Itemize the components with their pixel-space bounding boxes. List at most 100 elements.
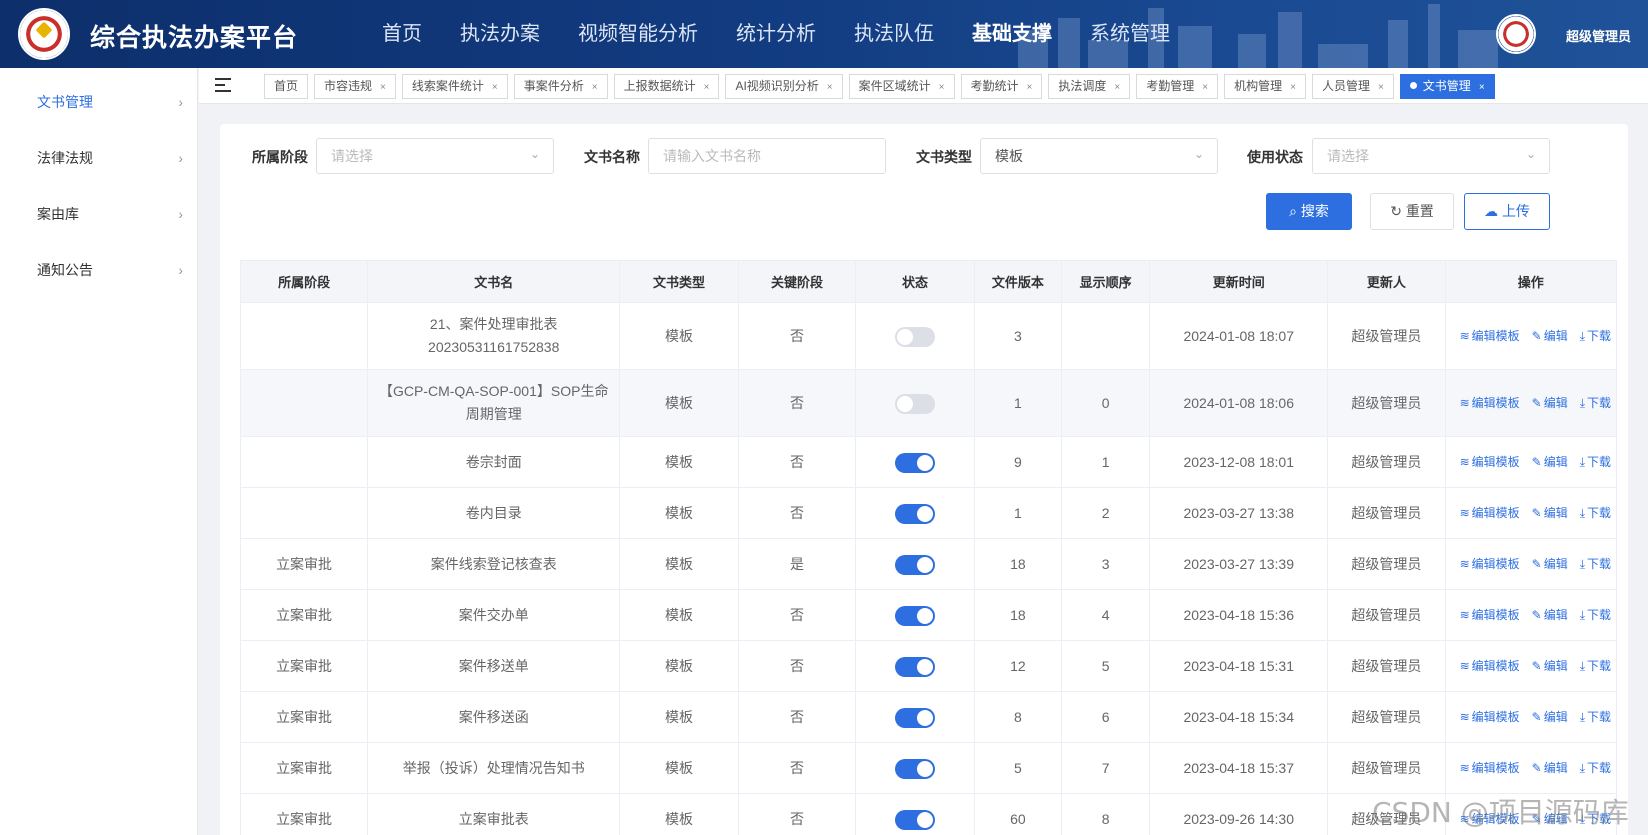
table-row[interactable]: 【GCP-CM-QA-SOP-001】SOP生命周期管理 模板否 1 0 2024-01…: [239, 369, 1618, 437]
status-toggle[interactable]: [894, 393, 935, 414]
edit-link[interactable]: ✎ 编辑: [1532, 329, 1568, 343]
document-name-input[interactable]: 请输入文书名称: [648, 138, 886, 174]
tab-item[interactable]: 考勤管理 ×: [1136, 74, 1219, 99]
download-link[interactable]: ⤓ 下载: [1580, 659, 1611, 673]
tab-item[interactable]: 市容违规 ×: [314, 74, 396, 99]
edit-link[interactable]: ✎ 编辑: [1532, 455, 1568, 469]
download-link[interactable]: ⤓ 下载: [1580, 710, 1611, 724]
status-toggle[interactable]: [894, 605, 935, 626]
table-row[interactable]: 21、案件处理审批表20230531161752838 模板否 3 2024-01-0…: [239, 302, 1618, 370]
tab-close-icon[interactable]: ×: [1290, 82, 1296, 93]
table-row[interactable]: 立案审批 案件交办单 模板否 18 4 2023-04-18 15:36 超级管理员 ≋ 编辑模…: [239, 589, 1618, 641]
download-link[interactable]: ⤓ 下载: [1580, 329, 1611, 343]
upload-button[interactable]: ☁ 上传: [1464, 193, 1550, 230]
download-link[interactable]: ⤓ 下载: [1580, 396, 1611, 410]
edit-link[interactable]: ✎ 编辑: [1532, 608, 1568, 622]
tab-close-icon[interactable]: ×: [1479, 82, 1485, 93]
table-row[interactable]: 卷宗封面 模板否 9 1 2023-12-08 18:01 超级管理员 ≋ 编辑模板 ✎ 编辑 ⤓ 下…: [239, 436, 1618, 488]
tab-close-icon[interactable]: ×: [592, 82, 598, 93]
download-icon: ⤓: [1579, 607, 1586, 622]
table-row[interactable]: 立案审批 案件移送单 模板否 12 5 2023-04-18 15:31 超级管理员 ≋ 编辑模…: [239, 640, 1618, 692]
tab-item[interactable]: 首页: [264, 74, 309, 99]
status-toggle[interactable]: [894, 809, 935, 830]
edit-template-link[interactable]: ≋ 编辑模板: [1460, 761, 1520, 775]
tab-close-icon[interactable]: ×: [827, 82, 833, 93]
top-nav-item[interactable]: 视频智能分析: [578, 0, 698, 68]
edit-template-link[interactable]: ≋ 编辑模板: [1460, 659, 1520, 673]
top-nav-item[interactable]: 执法办案: [460, 0, 540, 68]
status-toggle[interactable]: [894, 707, 935, 728]
status-toggle[interactable]: [894, 656, 935, 677]
edit-template-link[interactable]: ≋ 编辑模板: [1460, 557, 1520, 571]
sidebar-item-documents[interactable]: 文书管理 ›: [0, 74, 197, 130]
edit-template-link[interactable]: ≋ 编辑模板: [1460, 455, 1520, 469]
edit-template-link[interactable]: ≋ 编辑模板: [1460, 396, 1520, 410]
tab-item[interactable]: 线索案件统计 ×: [401, 74, 508, 99]
tab-close-icon[interactable]: ×: [492, 82, 498, 93]
user-name[interactable]: 超级管理员: [1566, 26, 1631, 45]
download-link[interactable]: ⤓ 下载: [1580, 608, 1611, 622]
top-nav-item[interactable]: 首页: [382, 0, 422, 68]
status-toggle[interactable]: [894, 758, 935, 779]
tab-close-icon[interactable]: ×: [1027, 82, 1033, 93]
edit-link[interactable]: ✎ 编辑: [1532, 396, 1568, 410]
tab-item[interactable]: 上报数据统计 ×: [613, 74, 720, 99]
user-avatar[interactable]: [1496, 14, 1536, 54]
edit-link[interactable]: ✎ 编辑: [1532, 710, 1568, 724]
edit-link[interactable]: ✎ 编辑: [1532, 506, 1568, 520]
key-stage-cell: 否: [737, 742, 857, 794]
status-toggle[interactable]: [894, 452, 935, 473]
download-link[interactable]: ⤓ 下载: [1580, 455, 1611, 469]
document-type-select[interactable]: 模板: [980, 138, 1218, 174]
tab-item[interactable]: 执法调度 ×: [1048, 74, 1131, 99]
stage-select[interactable]: 请选择: [316, 138, 554, 174]
sidebar-item-laws[interactable]: 法律法规 ›: [0, 130, 197, 186]
download-link[interactable]: ⤓ 下载: [1580, 761, 1611, 775]
tab-close-icon[interactable]: ×: [1114, 82, 1120, 93]
top-nav-item[interactable]: 基础支撑: [972, 0, 1052, 68]
tab-item[interactable]: AI视频识别分析 ×: [725, 74, 843, 99]
status-toggle[interactable]: [894, 326, 935, 347]
table-row[interactable]: 立案审批 举报（投诉）处理情况告知书 模板否 5 7 2023-04-18 15:37 超级…: [239, 742, 1618, 794]
edit-template-icon: ≋: [1459, 658, 1470, 673]
sidebar-item-case-library[interactable]: 案由库 ›: [0, 186, 197, 242]
tab-item[interactable]: 案件区域统计 ×: [848, 74, 955, 99]
tab-item[interactable]: 人员管理 ×: [1311, 74, 1394, 99]
updated-time-cell: 2023-04-18 15:34: [1149, 691, 1329, 743]
edit-template-link[interactable]: ≋ 编辑模板: [1460, 329, 1520, 343]
top-nav-item[interactable]: 执法队伍: [854, 0, 934, 68]
tab-item[interactable]: 考勤统计 ×: [960, 74, 1043, 99]
document-type-cell: 模板: [619, 742, 739, 794]
status-toggle[interactable]: [894, 503, 935, 524]
tab-item[interactable]: 事案件分析 ×: [513, 74, 608, 99]
tab-item[interactable]: 机构管理 ×: [1224, 74, 1306, 99]
search-button[interactable]: ⌕ 搜索: [1266, 193, 1352, 230]
table-row[interactable]: 立案审批 案件移送函 模板否 8 6 2023-04-18 15:34 超级管理员 ≋ 编辑模板…: [239, 691, 1618, 743]
tab-close-icon[interactable]: ×: [939, 82, 945, 93]
download-link[interactable]: ⤓ 下载: [1580, 557, 1611, 571]
table-row[interactable]: 卷内目录 模板否 1 2 2023-03-27 13:38 超级管理员 ≋ 编辑模板 ✎ 编辑 ⤓ 下…: [239, 487, 1618, 539]
top-nav-item[interactable]: 系统管理: [1090, 0, 1170, 68]
reset-button[interactable]: ↻ 重置: [1370, 193, 1454, 230]
cloud-upload-icon: ☁: [1484, 203, 1502, 219]
status-toggle[interactable]: [894, 554, 935, 575]
tab-close-icon[interactable]: ×: [380, 82, 386, 93]
download-link[interactable]: ⤓ 下载: [1580, 506, 1611, 520]
updated-time-cell: 2023-03-27 13:38: [1149, 487, 1329, 539]
tab-item[interactable]: 文书管理 ×: [1399, 74, 1495, 99]
edit-template-link[interactable]: ≋ 编辑模板: [1460, 608, 1520, 622]
top-nav-item[interactable]: 统计分析: [736, 0, 816, 68]
tab-close-icon[interactable]: ×: [1378, 82, 1384, 93]
tab-close-icon[interactable]: ×: [704, 82, 710, 93]
sidebar-item-notices[interactable]: 通知公告 ›: [0, 242, 197, 298]
edit-template-link[interactable]: ≋ 编辑模板: [1460, 710, 1520, 724]
tab-close-icon[interactable]: ×: [1202, 82, 1208, 93]
edit-template-link[interactable]: ≋ 编辑模板: [1460, 506, 1520, 520]
usage-status-select[interactable]: 请选择: [1312, 138, 1550, 174]
version-cell: 18: [973, 538, 1063, 590]
table-row[interactable]: 立案审批 案件线索登记核查表 模板是 18 3 2023-03-27 13:39 超级管理员…: [239, 538, 1618, 590]
edit-link[interactable]: ✎ 编辑: [1532, 557, 1568, 571]
menu-collapse-icon[interactable]: [215, 78, 231, 92]
edit-link[interactable]: ✎ 编辑: [1532, 659, 1568, 673]
edit-link[interactable]: ✎ 编辑: [1532, 761, 1568, 775]
